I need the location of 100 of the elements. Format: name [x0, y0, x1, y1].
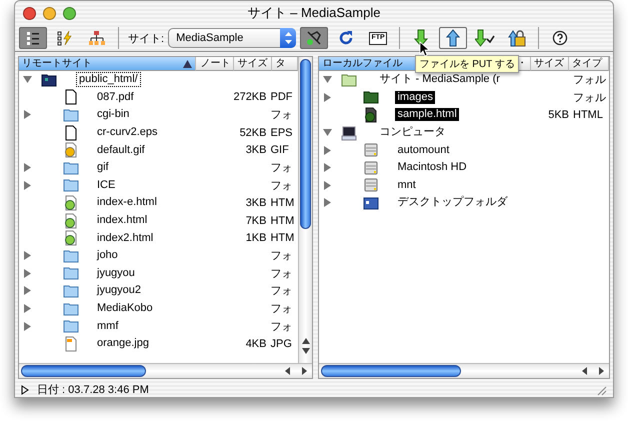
cursor-icon: [419, 41, 432, 57]
file-size: 7KB: [246, 214, 266, 227]
file-name[interactable]: cgi-bin: [95, 108, 132, 122]
vertical-scrollbar[interactable]: [298, 57, 312, 363]
file-name[interactable]: 087.pdf: [95, 90, 136, 104]
folder-icon: [63, 248, 79, 264]
file-name[interactable]: public_html/: [77, 73, 140, 86]
file-size: 3KB: [246, 144, 266, 156]
list-view-icon: [25, 30, 41, 46]
close-button[interactable]: [23, 6, 36, 20]
file-type: フォ: [270, 109, 292, 122]
file-type: HTML: [573, 108, 603, 121]
column-header[interactable]: ノート: [196, 57, 234, 71]
down-arrow-check-icon: [475, 29, 496, 47]
file-name[interactable]: Macintosh HD: [395, 161, 469, 174]
horizontal-scrollbar[interactable]: [319, 363, 609, 378]
hard-drive-icon: [363, 177, 380, 194]
zoom-button[interactable]: [63, 6, 76, 20]
refresh-icon: [338, 30, 354, 46]
column-header[interactable]: タイプ: [569, 57, 609, 71]
hierarchy-icon: [88, 30, 106, 46]
file-name[interactable]: sample.html: [395, 108, 459, 122]
file-name[interactable]: ICE: [95, 178, 118, 192]
folder-icon: [41, 72, 57, 88]
list-bolt-icon: [57, 30, 73, 46]
resize-grip-icon[interactable]: [595, 384, 607, 396]
file-name[interactable]: orange.jpg: [95, 337, 151, 350]
file-size: 4KB: [246, 338, 266, 350]
file-type: EPS: [270, 126, 292, 139]
image-file-icon: [63, 336, 79, 352]
file-type: PDF: [270, 91, 292, 104]
minimize-button[interactable]: [43, 6, 56, 20]
folder-icon: [63, 160, 79, 176]
file-name[interactable]: jyugyou: [95, 266, 137, 280]
hard-drive-icon: [363, 142, 380, 158]
file-name[interactable]: default.gif: [95, 144, 147, 157]
sort-arrow-icon: [183, 60, 192, 68]
folder-icon: [63, 106, 79, 123]
list-view-button[interactable]: [19, 27, 47, 49]
file-type: フォ: [270, 250, 292, 262]
column-header[interactable]: サイズ: [531, 57, 569, 71]
tooltip: ファイルを PUT する: [415, 55, 519, 73]
file-name[interactable]: jyugyou2: [95, 284, 144, 298]
file-type: フォ: [270, 285, 292, 298]
down-arrow-icon: [414, 29, 428, 47]
file-name[interactable]: コンピュータ: [377, 126, 448, 140]
site-popup[interactable]: MediaSample: [168, 28, 296, 48]
file-size: 5KB: [548, 108, 569, 121]
html-file-icon: [63, 230, 79, 246]
site-label: サイト:: [128, 32, 164, 46]
column-header[interactable]: リモートサイト: [19, 57, 196, 71]
file-type: HTM: [270, 232, 294, 244]
file-type: GIF: [270, 144, 289, 156]
document-icon: [63, 124, 79, 141]
file-name[interactable]: cr-curv2.eps: [95, 126, 160, 140]
horizontal-scrollbar[interactable]: [19, 363, 312, 378]
file-name[interactable]: index.html: [95, 214, 150, 228]
folder-icon: [63, 282, 79, 299]
html-file-icon: [63, 194, 79, 211]
folder-icon: [63, 177, 79, 194]
file-name[interactable]: mnt: [395, 178, 418, 192]
folder-icon: [63, 265, 79, 282]
stepper-arrows-icon: [284, 32, 292, 44]
file-name[interactable]: index-e.html: [95, 196, 159, 210]
folder-icon: [363, 89, 380, 106]
file-name[interactable]: gif: [95, 161, 111, 174]
file-type: JPG: [270, 338, 292, 350]
file-name[interactable]: images: [395, 90, 435, 104]
plug-button[interactable]: [300, 27, 328, 49]
file-size: 272KB: [233, 91, 266, 104]
file-name[interactable]: index2.html: [95, 232, 156, 245]
file-type: HTM: [270, 214, 294, 227]
file-name[interactable]: デスクトップフォルダ: [395, 196, 510, 210]
column-header[interactable]: サイズ: [234, 57, 272, 71]
disclosure-triangle-icon[interactable]: [21, 384, 29, 394]
file-size: 3KB: [246, 196, 266, 209]
file-size: 1KB: [246, 232, 266, 244]
folder-icon: [63, 300, 79, 317]
file-name[interactable]: サイト - MediaSample (r: [377, 73, 502, 86]
file-type: フォ: [270, 268, 292, 280]
file-type: フォ: [270, 162, 292, 174]
gif-file-icon: [63, 142, 79, 158]
desktop-folder-icon: [363, 194, 380, 211]
html-file-icon: [363, 106, 380, 123]
upload-button[interactable]: [439, 27, 468, 49]
file-name[interactable]: joho: [95, 249, 120, 262]
file-type: フォル: [573, 74, 606, 86]
window-title: サイト – MediaSample: [248, 5, 380, 20]
file-name[interactable]: mmf: [95, 320, 120, 333]
file-name[interactable]: automount: [395, 144, 452, 157]
plug-icon: [305, 29, 324, 47]
file-size: 52KB: [240, 126, 266, 139]
status-text: 日付 : 03.7.28 3:46 PM: [37, 383, 149, 397]
file-name[interactable]: MediaKobo: [95, 302, 155, 316]
file-type: フォ: [270, 180, 292, 192]
file-type: フォ: [270, 303, 292, 316]
computer-icon: [341, 124, 358, 141]
file-type: フォル: [573, 92, 606, 104]
column-header[interactable]: タ: [272, 57, 298, 71]
file-type: フォ: [270, 320, 292, 333]
